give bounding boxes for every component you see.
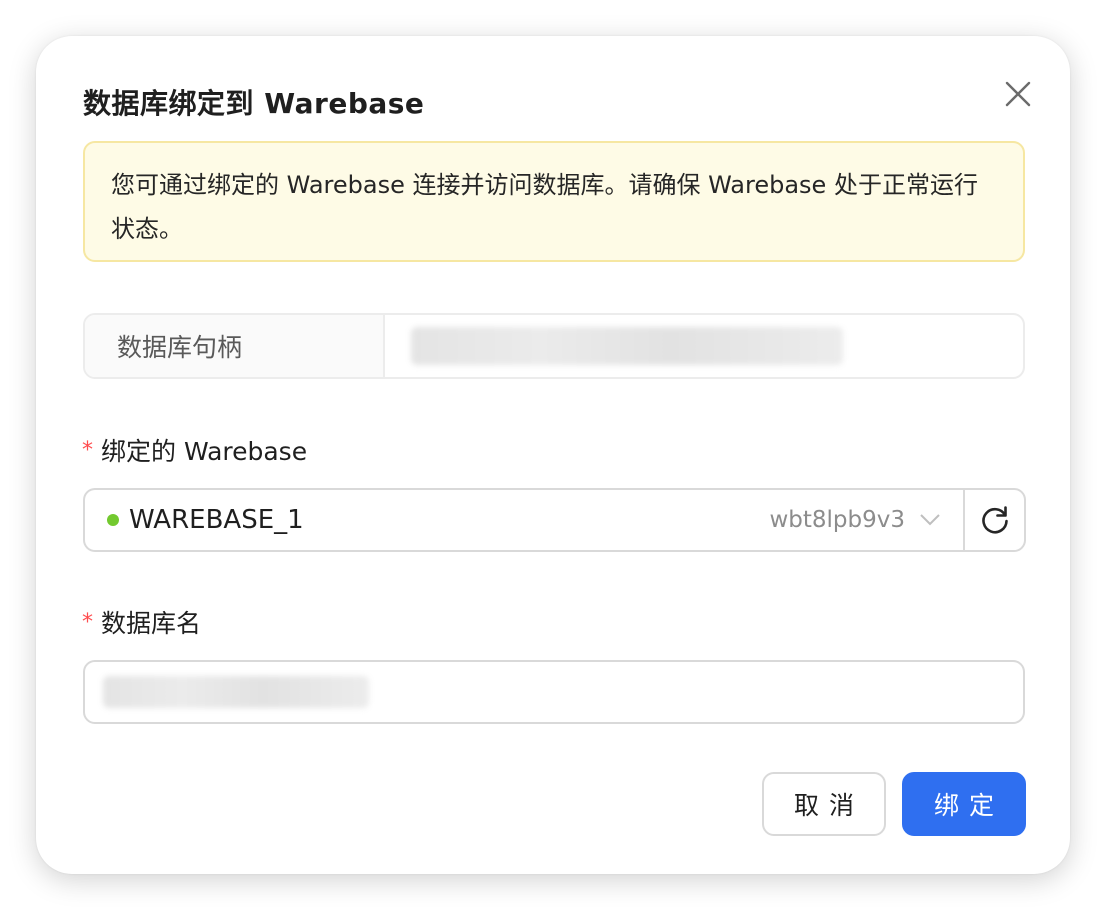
db-name-field-label: * 数据库名	[82, 604, 201, 640]
db-handle-field: 数据库句柄	[83, 313, 1025, 379]
selected-warebase-name: WAREBASE_1	[129, 505, 304, 535]
required-mark: *	[82, 438, 93, 463]
close-icon[interactable]	[1002, 78, 1034, 110]
warebase-field-label: * 绑定的 Warebase	[82, 432, 307, 468]
selected-warebase-id: wbt8lpb9v3	[769, 507, 905, 533]
warebase-label-text: 绑定的 Warebase	[101, 437, 308, 466]
required-mark: *	[82, 610, 93, 635]
db-name-input[interactable]	[83, 660, 1025, 724]
db-handle-value	[385, 315, 1023, 377]
redacted-db-name	[103, 676, 369, 708]
cancel-button[interactable]: 取消	[762, 772, 886, 836]
refresh-button[interactable]	[963, 488, 1026, 552]
warebase-select[interactable]: WAREBASE_1 wbt8lpb9v3	[83, 488, 963, 552]
refresh-icon	[981, 506, 1008, 534]
info-notice: 您可通过绑定的 Warebase 连接并访问数据库。请确保 Warebase 处…	[83, 141, 1025, 262]
chevron-down-icon	[919, 513, 941, 527]
bind-warebase-dialog: 数据库绑定到 Warebase 您可通过绑定的 Warebase 连接并访问数据…	[36, 36, 1070, 874]
redacted-db-handle	[411, 327, 843, 365]
db-handle-label: 数据库句柄	[85, 315, 385, 377]
db-name-label-text: 数据库名	[101, 609, 202, 638]
status-dot-icon	[107, 514, 119, 526]
bind-button[interactable]: 绑定	[902, 772, 1026, 836]
notice-text: 您可通过绑定的 Warebase 连接并访问数据库。请确保 Warebase 处…	[111, 171, 978, 243]
dialog-title: 数据库绑定到 Warebase	[83, 87, 425, 120]
warebase-select-group: WAREBASE_1 wbt8lpb9v3	[83, 488, 1026, 552]
